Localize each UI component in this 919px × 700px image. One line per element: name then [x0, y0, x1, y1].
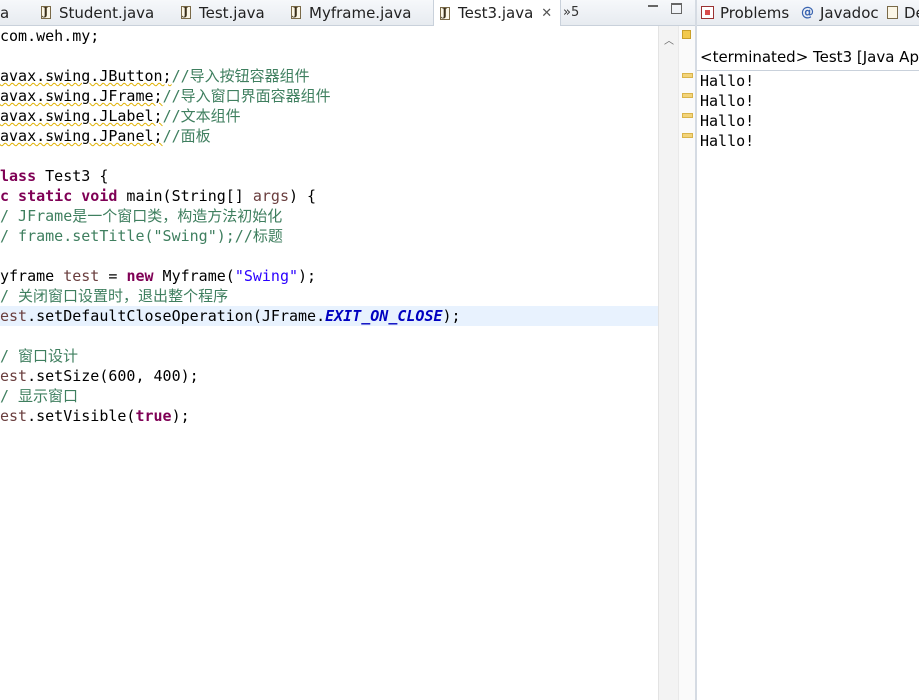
tab-label: Test3.java [458, 4, 534, 22]
code-line: / JFrame是一个窗口类，构造方法初始化 [0, 207, 283, 225]
warning-summary-icon[interactable] [682, 30, 691, 39]
tab-label: a [0, 3, 10, 22]
code-line: est.setVisible(true); [0, 407, 190, 425]
problems-icon [701, 6, 714, 19]
view-tab-bar: Problems @ Javadoc De [697, 0, 919, 26]
code-line: / 关闭窗口设置时，退出整个程序 [0, 287, 229, 305]
javadoc-icon: @ [801, 5, 814, 20]
java-file-icon: J [439, 6, 452, 21]
code-line: avax.swing.JPanel;//面板 [0, 127, 211, 145]
tab-javadoc[interactable]: @ Javadoc [801, 0, 879, 25]
tab-problems[interactable]: Problems [701, 0, 789, 25]
tab-label: Javadoc [820, 3, 879, 22]
code-line: avax.swing.JFrame;//导入窗口界面容器组件 [0, 87, 331, 105]
code-line: com.weh.my; [0, 27, 100, 45]
tab-test3-java[interactable]: J Test3.java ✕ [433, 0, 562, 26]
code-line: yframe test = new Myframe("Swing"); [0, 267, 317, 285]
console-view[interactable]: <terminated> Test3 [Java Application] Ha… [697, 26, 919, 700]
code-line: c static void main(String[] args) { [0, 187, 317, 205]
console-output-line: Hallo! [700, 132, 755, 150]
overview-ruler[interactable] [678, 26, 696, 700]
scroll-up-icon[interactable]: ︿ [664, 32, 674, 47]
warning-marker[interactable] [682, 113, 693, 118]
code-line: avax.swing.JLabel;//文本组件 [0, 107, 241, 125]
warning-marker[interactable] [682, 133, 693, 138]
declaration-icon [887, 6, 898, 19]
tab-myframe-java[interactable]: J Myframe.java [290, 0, 412, 25]
tab-label: Student.java [59, 3, 155, 22]
code-line: est.setDefaultCloseOperation(JFrame.EXIT… [0, 307, 461, 325]
code-line: / 窗口设计 [0, 347, 79, 365]
tab-student-java[interactable]: J Student.java [40, 0, 154, 25]
code-line: lass Test3 { [0, 167, 109, 185]
code-line: / 显示窗口 [0, 387, 79, 405]
java-file-icon: J [290, 5, 303, 20]
close-tab-icon[interactable]: ✕ [541, 6, 552, 21]
console-output-line: Hallo! [700, 112, 755, 130]
tab-previous-truncated[interactable]: a [0, 0, 9, 25]
tab-label: Problems [720, 3, 790, 22]
console-output-line: Hallo! [700, 72, 755, 90]
tab-label: Myframe.java [309, 3, 412, 22]
console-status-label: <terminated> Test3 [Java Application] [700, 48, 919, 66]
tab-declaration[interactable]: De [887, 0, 919, 25]
tab-label: De [904, 3, 919, 22]
warning-marker[interactable] [682, 73, 693, 78]
tab-overflow-button[interactable]: »5 [563, 0, 579, 25]
java-file-icon: J [40, 5, 53, 20]
java-file-icon: J [180, 5, 193, 20]
warning-marker[interactable] [682, 93, 693, 98]
code-editor[interactable]: com.weh.my; avax.swing.JButton;//导入按钮容器组… [0, 26, 658, 700]
vertical-scrollbar[interactable]: ︿ [658, 26, 679, 700]
code-line: / frame.setTitle("Swing");//标题 [0, 227, 283, 245]
code-line: avax.swing.JButton;//导入按钮容器组件 [0, 67, 310, 85]
console-output-line: Hallo! [700, 92, 755, 110]
editor-tab-bar: a J Student.java J Test.java J Myframe.j… [0, 0, 696, 26]
code-line: est.setSize(600, 400); [0, 367, 199, 385]
tab-label: Test.java [199, 3, 265, 22]
tab-test-java[interactable]: J Test.java [180, 0, 265, 25]
maximize-icon[interactable] [671, 3, 682, 14]
minimize-icon[interactable] [648, 5, 658, 7]
